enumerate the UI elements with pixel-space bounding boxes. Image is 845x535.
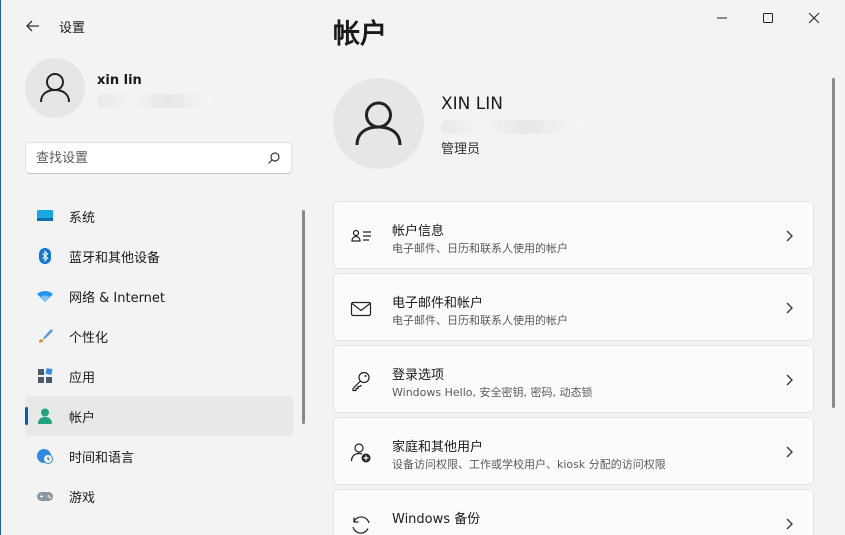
wifi-icon bbox=[37, 291, 53, 302]
sidebar-item-accounts[interactable]: 帐户 bbox=[25, 396, 293, 436]
card-subtitle: Windows Hello, 安全密钥, 密码, 动态锁 bbox=[392, 386, 593, 399]
card-title: 登录选项 bbox=[392, 368, 445, 383]
key-icon bbox=[352, 371, 370, 392]
sidebar-item-label: 蓝牙和其他设备 bbox=[69, 251, 161, 266]
sidebar-item-label: 帐户 bbox=[69, 411, 96, 426]
search-icon bbox=[268, 152, 280, 164]
card-title: 家庭和其他用户 bbox=[392, 440, 484, 455]
account-avatar bbox=[333, 78, 424, 169]
card-windows-backup[interactable]: Windows 备份 bbox=[333, 489, 814, 535]
sidebar-item-label: 网络 & Internet bbox=[69, 291, 166, 306]
account-name: XIN LIN bbox=[441, 94, 503, 114]
sidebar-item-bluetooth[interactable]: 蓝牙和其他设备 bbox=[25, 236, 293, 276]
card-title: 电子邮件和帐户 bbox=[392, 296, 484, 311]
chevron-right-icon bbox=[786, 374, 793, 386]
sidebar-item-apps[interactable]: 应用 bbox=[25, 356, 293, 396]
chevron-right-icon bbox=[786, 518, 793, 530]
maximize-button[interactable] bbox=[745, 8, 791, 28]
minimize-button[interactable] bbox=[699, 8, 745, 28]
card-sign-in-options[interactable]: 登录选项 Windows Hello, 安全密钥, 密码, 动态锁 bbox=[333, 345, 814, 413]
user-name: xin lin bbox=[97, 73, 142, 88]
sidebar-item-personalization[interactable]: 个性化 bbox=[25, 316, 293, 356]
globe-clock-icon bbox=[37, 449, 53, 464]
close-icon bbox=[808, 12, 820, 24]
sidebar-item-label: 系统 bbox=[69, 211, 96, 226]
sidebar-item-system[interactable]: 系统 bbox=[25, 196, 293, 236]
mail-icon bbox=[350, 301, 372, 317]
gamepad-icon bbox=[37, 492, 53, 501]
sidebar-item-network[interactable]: 网络 & Internet bbox=[25, 276, 293, 316]
sidebar-item-label: 游戏 bbox=[69, 491, 96, 506]
chevron-right-icon bbox=[786, 230, 793, 242]
person-add-icon bbox=[350, 443, 371, 463]
chevron-right-icon bbox=[786, 302, 793, 314]
back-arrow-icon bbox=[26, 20, 39, 32]
settings-window: 设置 xin lin 系统 bbox=[0, 0, 845, 535]
search-input[interactable] bbox=[36, 149, 256, 167]
sidebar-item-gaming[interactable]: 游戏 bbox=[25, 476, 293, 516]
sidebar-item-label: 时间和语言 bbox=[69, 451, 135, 466]
person-icon bbox=[38, 408, 52, 424]
card-title: Windows 备份 bbox=[392, 512, 481, 527]
card-family-users[interactable]: 家庭和其他用户 设备访问权限、工作或学校用户、kiosk 分配的访问权限 bbox=[333, 417, 814, 485]
apps-icon bbox=[38, 367, 53, 383]
minimize-icon bbox=[717, 17, 727, 19]
sidebar-item-label: 个性化 bbox=[69, 331, 109, 346]
chevron-right-icon bbox=[786, 446, 793, 458]
page-title: 帐户 bbox=[333, 19, 387, 50]
app-title: 设置 bbox=[59, 21, 86, 36]
card-email-accounts[interactable]: 电子邮件和帐户 电子邮件、日历和联系人使用的帐户 bbox=[333, 273, 814, 341]
account-role: 管理员 bbox=[441, 142, 481, 157]
card-subtitle: 电子邮件、日历和联系人使用的帐户 bbox=[392, 314, 568, 327]
close-button[interactable] bbox=[791, 8, 837, 28]
sidebar-item-label: 应用 bbox=[69, 371, 96, 386]
card-subtitle: 电子邮件、日历和联系人使用的帐户 bbox=[392, 242, 568, 255]
card-subtitle: 设备访问权限、工作或学校用户、kiosk 分配的访问权限 bbox=[392, 458, 666, 471]
sidebar-scrollbar[interactable] bbox=[302, 210, 305, 424]
backup-icon bbox=[352, 516, 370, 534]
back-button[interactable] bbox=[21, 14, 45, 38]
main-scrollbar[interactable] bbox=[832, 78, 835, 408]
person-icon bbox=[355, 101, 402, 146]
bluetooth-icon bbox=[39, 248, 51, 264]
brush-icon bbox=[39, 329, 53, 343]
monitor-icon bbox=[37, 210, 53, 221]
sidebar-nav: 系统 蓝牙和其他设备 网络 & Internet 个性化 应用 帐户 时间和语言… bbox=[25, 196, 293, 516]
sidebar-item-time-language[interactable]: 时间和语言 bbox=[25, 436, 293, 476]
card-your-info[interactable]: 帐户信息 电子邮件、日历和联系人使用的帐户 bbox=[333, 201, 814, 269]
person-icon bbox=[40, 73, 70, 103]
id-card-icon bbox=[351, 229, 371, 242]
search-box[interactable] bbox=[25, 142, 292, 174]
avatar[interactable] bbox=[25, 58, 85, 118]
redacted-email bbox=[97, 94, 214, 108]
maximize-icon bbox=[763, 13, 773, 23]
card-title: 帐户信息 bbox=[392, 224, 445, 239]
redacted-account-email bbox=[441, 120, 581, 134]
